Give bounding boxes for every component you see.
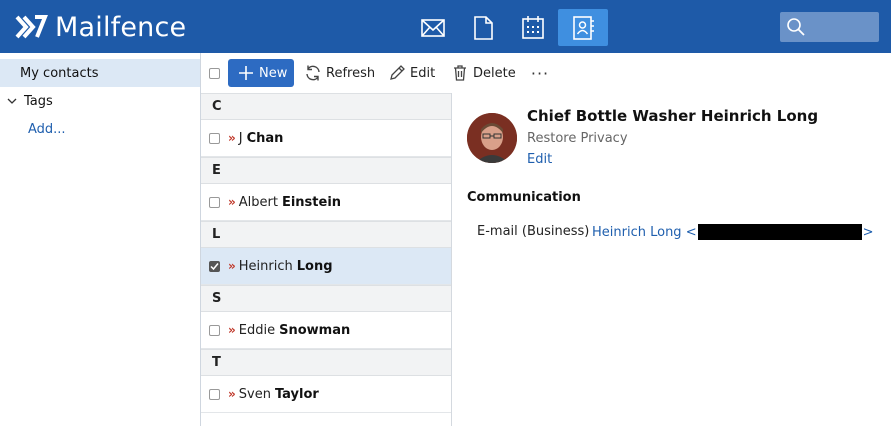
new-contact-button[interactable]: New bbox=[228, 59, 294, 87]
group-letter: T bbox=[212, 355, 221, 370]
document-icon bbox=[474, 15, 493, 40]
section-title: Communication bbox=[467, 190, 581, 205]
contact-last-name: Snowman bbox=[279, 322, 351, 338]
avatar bbox=[467, 113, 517, 163]
chevron-down-icon[interactable] bbox=[6, 95, 18, 107]
contact-last-name: Einstein bbox=[281, 194, 342, 210]
delete-button-label: Delete bbox=[473, 65, 516, 81]
search-input[interactable] bbox=[810, 16, 874, 38]
arrow-icon: » bbox=[228, 131, 236, 145]
arrow-icon: » bbox=[228, 259, 236, 273]
plus-icon bbox=[239, 66, 253, 80]
contact-last-name: Chan bbox=[246, 130, 284, 146]
email-label: E-mail (Business) bbox=[477, 224, 590, 239]
add-tag-link[interactable]: Add... bbox=[0, 115, 200, 143]
contact-list: C » J Chan E » Albert Einstein L » Heinr… bbox=[201, 93, 452, 426]
app-name: Mailfence bbox=[55, 11, 187, 43]
group-header: S bbox=[201, 285, 451, 312]
group-letter: L bbox=[212, 227, 221, 242]
pencil-icon bbox=[390, 65, 405, 80]
nav-documents[interactable] bbox=[458, 9, 508, 46]
edit-button-label: Edit bbox=[410, 65, 436, 81]
group-header: L bbox=[201, 221, 451, 248]
edit-contact-link[interactable]: Edit bbox=[527, 152, 552, 167]
group-header: T bbox=[201, 349, 451, 376]
sidebar: My contacts Tags Add... bbox=[0, 53, 201, 426]
refresh-button[interactable]: Refresh bbox=[304, 59, 375, 87]
new-button-label: New bbox=[259, 65, 288, 81]
nav-mail[interactable] bbox=[408, 9, 458, 46]
group-letter: E bbox=[212, 163, 221, 178]
row-checkbox[interactable] bbox=[209, 132, 220, 144]
top-header: Mailfence bbox=[0, 0, 891, 53]
group-letter: S bbox=[212, 291, 222, 306]
more-actions-button[interactable]: ··· bbox=[527, 59, 553, 87]
contact-first-name: Sven bbox=[238, 386, 271, 402]
delete-button[interactable]: Delete bbox=[451, 59, 516, 87]
calendar-icon bbox=[522, 15, 544, 39]
email-link[interactable]: Heinrich Long < > bbox=[592, 224, 874, 240]
contact-last-name: Taylor bbox=[274, 386, 319, 402]
redacted-email bbox=[697, 224, 862, 240]
row-checkbox[interactable] bbox=[209, 260, 220, 272]
row-checkbox[interactable] bbox=[209, 388, 220, 400]
contact-row[interactable]: » Heinrich Long bbox=[201, 248, 451, 285]
select-all-checkbox[interactable] bbox=[209, 68, 220, 79]
row-checkbox[interactable] bbox=[209, 196, 220, 208]
sidebar-item-tags[interactable]: Tags bbox=[0, 87, 200, 115]
group-header: C bbox=[201, 93, 451, 120]
contact-row[interactable]: » Eddie Snowman bbox=[201, 312, 451, 349]
contact-organization: Restore Privacy bbox=[527, 131, 628, 146]
group-header: E bbox=[201, 157, 451, 184]
sidebar-item-label: My contacts bbox=[20, 65, 99, 81]
mail-icon bbox=[421, 18, 445, 37]
mailfence-logo[interactable]: Mailfence bbox=[15, 10, 186, 44]
checkmark-icon bbox=[210, 262, 219, 270]
refresh-icon bbox=[306, 65, 320, 81]
group-letter: C bbox=[212, 99, 222, 114]
contacts-icon bbox=[573, 15, 594, 40]
mailfence-logo-icon bbox=[15, 15, 48, 39]
email-prefix: Heinrich Long < bbox=[592, 224, 697, 240]
contact-first-name: Eddie bbox=[238, 322, 276, 338]
refresh-button-label: Refresh bbox=[326, 65, 376, 81]
contact-first-name: Heinrich bbox=[238, 258, 293, 274]
avatar-photo bbox=[467, 113, 517, 163]
toolbar: New Refresh Edit Delete ··· bbox=[201, 53, 891, 93]
nav-contacts[interactable] bbox=[558, 9, 608, 46]
search-icon bbox=[787, 18, 805, 36]
sidebar-item-label: Tags bbox=[24, 93, 53, 109]
edit-button[interactable]: Edit bbox=[388, 59, 435, 87]
arrow-icon: » bbox=[228, 387, 236, 401]
contact-row[interactable]: » Albert Einstein bbox=[201, 184, 451, 221]
more-icon: ··· bbox=[530, 63, 550, 83]
contact-first-name: Albert bbox=[238, 194, 278, 210]
contact-full-name: Chief Bottle Washer Heinrich Long bbox=[527, 107, 819, 125]
contact-last-name: Long bbox=[296, 258, 333, 274]
arrow-icon: » bbox=[228, 195, 236, 209]
email-suffix: > bbox=[862, 224, 874, 240]
sidebar-item-my-contacts[interactable]: My contacts bbox=[0, 59, 200, 87]
contact-row[interactable]: » Sven Taylor bbox=[201, 376, 451, 413]
add-tag-label: Add... bbox=[28, 121, 66, 137]
search-box[interactable] bbox=[780, 12, 879, 42]
contact-row[interactable]: » J Chan bbox=[201, 120, 451, 157]
contact-first-name: J bbox=[238, 130, 243, 146]
contact-detail: Chief Bottle Washer Heinrich Long Restor… bbox=[452, 93, 891, 426]
trash-icon bbox=[454, 65, 466, 81]
arrow-icon: » bbox=[228, 323, 236, 337]
nav-calendar[interactable] bbox=[508, 9, 558, 46]
row-checkbox[interactable] bbox=[209, 324, 220, 336]
